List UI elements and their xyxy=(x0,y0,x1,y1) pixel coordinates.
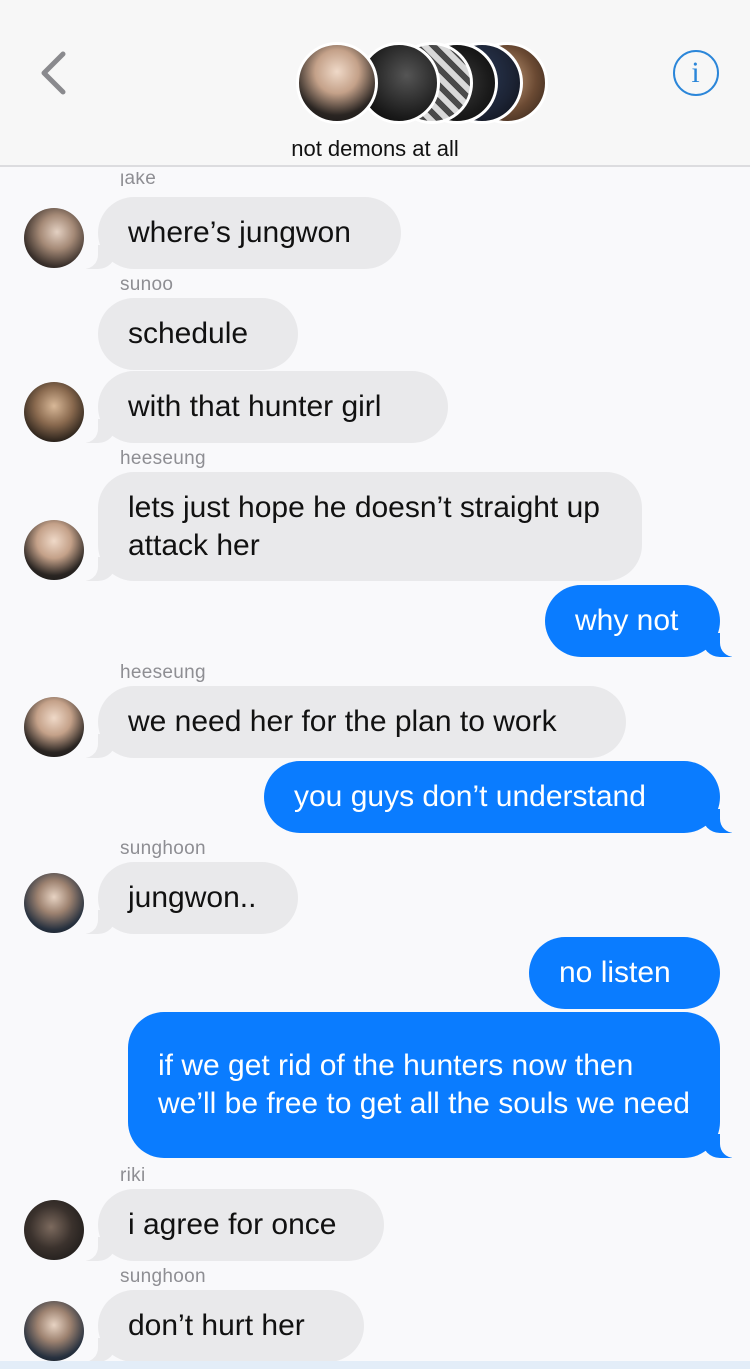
message-bubble-outgoing[interactable]: why not xyxy=(545,585,746,657)
message-list[interactable]: jake where’s jungwon sunoo schedule with… xyxy=(0,167,750,1369)
avatar[interactable] xyxy=(24,873,84,933)
message-bubble-outgoing[interactable]: you guys don’t understand xyxy=(264,761,746,833)
message-bubble-incoming[interactable]: schedule xyxy=(98,298,298,370)
chevron-left-icon[interactable] xyxy=(32,48,76,98)
message-text: i agree for once xyxy=(128,1208,337,1241)
message-text: where’s jungwon xyxy=(128,216,351,249)
message-text: we need her for the plan to work xyxy=(128,705,557,738)
message-bubble-incoming[interactable]: we need her for the plan to work xyxy=(72,686,626,758)
sender-name: sunoo xyxy=(120,274,174,295)
conversation-header: i not demons at all xyxy=(0,0,750,167)
bottom-edge xyxy=(0,1361,750,1369)
message-text: no listen xyxy=(559,956,671,989)
avatar[interactable] xyxy=(24,520,84,580)
sender-name: jake xyxy=(120,172,157,186)
sender-name: sunghoon xyxy=(120,838,206,859)
message-bubble-incoming[interactable]: lets just hope he doesn’t straight up at… xyxy=(72,472,642,581)
avatar[interactable] xyxy=(24,1301,84,1361)
sender-name: heeseung xyxy=(120,662,206,683)
message-bubble-incoming[interactable]: don’t hurt her xyxy=(72,1290,364,1362)
group-name[interactable]: not demons at all xyxy=(0,136,750,162)
message-text: with that hunter girl xyxy=(128,390,382,423)
info-icon[interactable]: i xyxy=(673,50,719,96)
message-text: don’t hurt her xyxy=(128,1309,305,1342)
sender-name: heeseung xyxy=(120,448,206,469)
group-member-avatar xyxy=(296,42,378,124)
message-bubble-incoming[interactable]: where’s jungwon xyxy=(72,197,401,269)
message-bubble-incoming[interactable]: jungwon.. xyxy=(72,862,298,934)
message-bubble-outgoing[interactable]: no listen xyxy=(529,937,720,1009)
avatar[interactable] xyxy=(24,382,84,442)
message-text: lets just hope he doesn’t straight up at… xyxy=(128,490,600,562)
message-bubble-incoming[interactable]: with that hunter girl xyxy=(72,371,448,443)
message-bubble-outgoing[interactable]: if we get rid of the hunters now then we… xyxy=(128,1012,746,1158)
message-text: jungwon.. xyxy=(128,881,257,914)
avatar[interactable] xyxy=(24,697,84,757)
message-text: schedule xyxy=(128,317,249,350)
avatar[interactable] xyxy=(24,208,84,268)
message-text: you guys don’t understand xyxy=(294,780,646,813)
message-text: if we get rid of the hunters now then we… xyxy=(158,1049,690,1120)
group-avatar-stack[interactable] xyxy=(296,42,548,126)
message-text: why not xyxy=(575,604,679,637)
sender-name: riki xyxy=(120,1165,146,1186)
sender-name: sunghoon xyxy=(120,1266,206,1287)
message-bubble-incoming[interactable]: i agree for once xyxy=(72,1189,384,1261)
avatar[interactable] xyxy=(24,1200,84,1260)
